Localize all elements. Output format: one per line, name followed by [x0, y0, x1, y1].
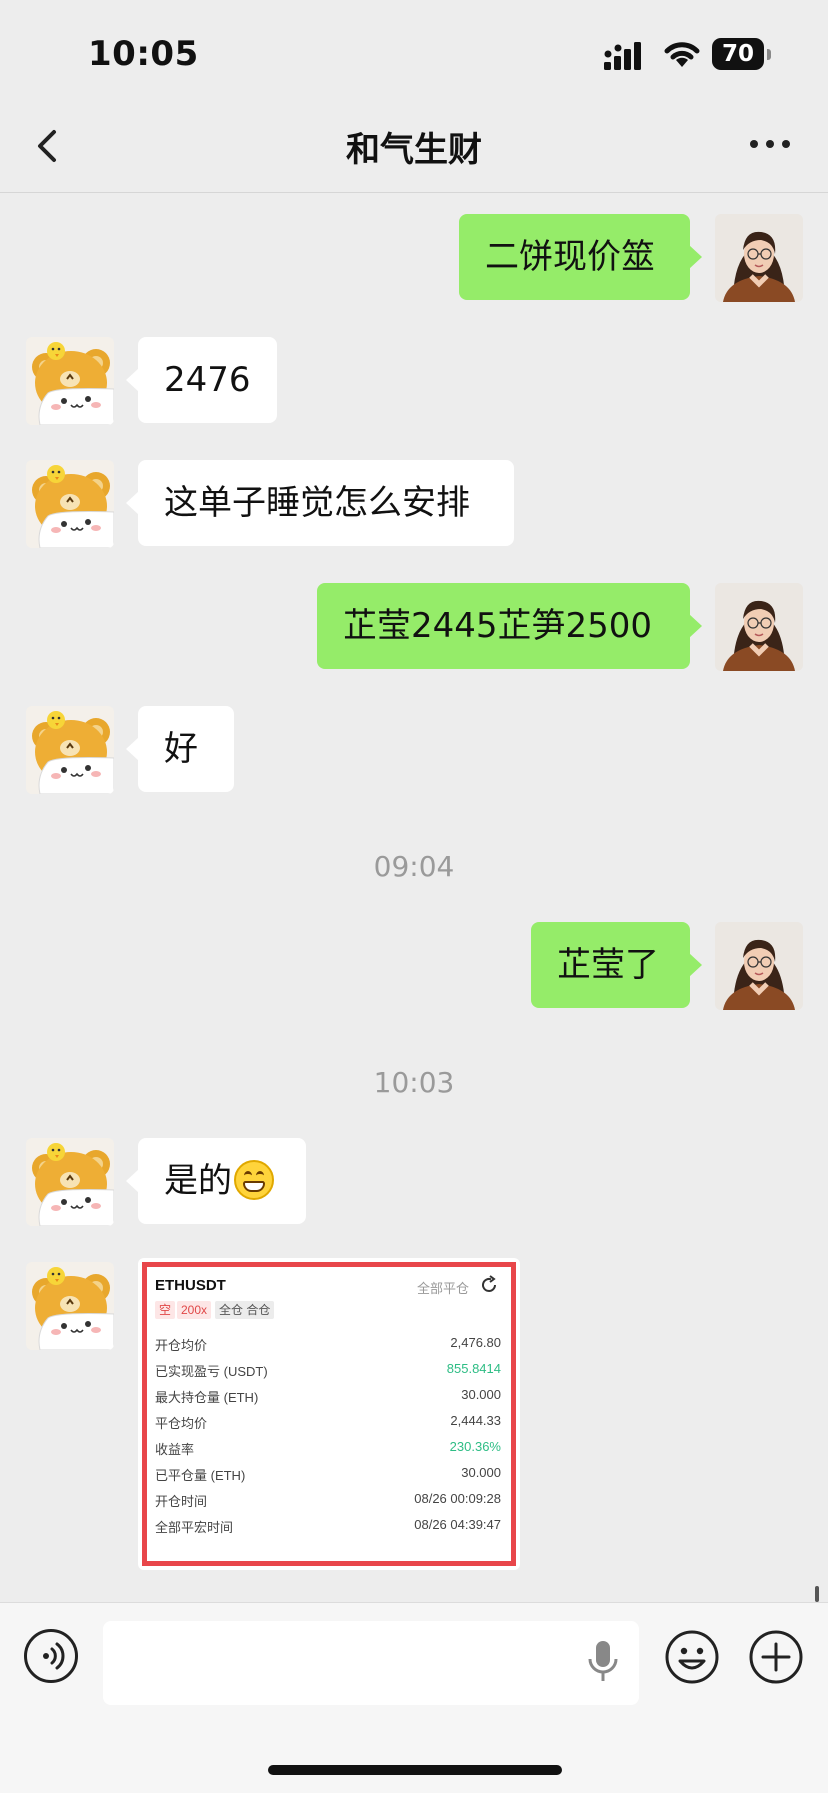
voice-wave-icon[interactable]: [24, 1629, 78, 1683]
my-avatar[interactable]: [715, 214, 803, 302]
row-label: 开仓时间: [155, 1494, 208, 1509]
row-value: 2,476.80: [450, 1335, 501, 1350]
message-bubble-incoming[interactable]: 这单子睡觉怎么安排: [126, 460, 514, 546]
row-label: 平仓均价: [155, 1416, 208, 1431]
chat-title: 和气生财: [346, 130, 482, 170]
share-refresh-icon: [482, 1275, 496, 1292]
row-value: 2,444.33: [450, 1413, 501, 1428]
row-label: 已平仓量 (ETH): [155, 1468, 246, 1483]
message-bubble-incoming[interactable]: 好: [126, 706, 234, 792]
contact-avatar[interactable]: [26, 460, 114, 548]
status-time: 10:05: [88, 34, 199, 74]
row-value: 855.8414: [446, 1361, 501, 1376]
trade-symbol: ETHUSDT: [155, 1277, 226, 1294]
more-dots-icon[interactable]: [748, 134, 792, 154]
my-avatar[interactable]: [715, 922, 803, 1010]
wifi-icon: [664, 42, 700, 67]
cellular-signal-icon: [604, 42, 641, 70]
message-bubble-outgoing[interactable]: 芷莹了: [531, 922, 702, 1008]
row-value: 08/26 04:39:47: [414, 1517, 501, 1532]
message-input[interactable]: [103, 1621, 639, 1705]
battery-level: 70: [712, 38, 764, 70]
my-avatar[interactable]: [715, 583, 803, 671]
trade-screenshot-card: ETHUSDT 全部平仓 空 200x 全仓 合仓 开仓均价 2,476.80 …: [142, 1262, 516, 1566]
contact-avatar[interactable]: [26, 337, 114, 425]
grinning-face-emoji: [234, 1159, 274, 1200]
row-label: 已实现盈亏 (USDT): [155, 1364, 268, 1379]
status-bar: 10:05 70: [0, 0, 828, 100]
leverage-tag: 200x: [177, 1301, 212, 1319]
message-image-incoming[interactable]: ETHUSDT 全部平仓 空 200x 全仓 合仓 开仓均价 2,476.80 …: [138, 1258, 520, 1570]
contact-avatar[interactable]: [26, 706, 114, 794]
home-indicator[interactable]: [268, 1765, 562, 1775]
message-bubble-incoming[interactable]: 是的: [126, 1138, 306, 1224]
row-value: 30.000: [461, 1387, 501, 1402]
margin-mode-tag: 全仓 合仓: [215, 1301, 275, 1319]
chat-header: 和气生财: [0, 100, 828, 193]
contact-avatar[interactable]: [26, 1262, 114, 1350]
plus-icon[interactable]: [748, 1629, 804, 1685]
row-label: 全部平宏时间: [155, 1520, 234, 1535]
row-value: 30.000: [461, 1465, 501, 1480]
message-bubble-outgoing[interactable]: 芷莹2445芷笋2500: [317, 583, 702, 669]
timestamp: 09:04: [373, 850, 455, 883]
smiley-icon[interactable]: [664, 1629, 720, 1685]
timestamp: 10:03: [373, 1066, 455, 1099]
message-bubble-incoming[interactable]: 2476: [126, 337, 277, 423]
direction-tag: 空: [155, 1301, 176, 1319]
row-label: 收益率: [155, 1442, 195, 1457]
scrollbar-thumb[interactable]: [815, 1586, 819, 1602]
microphone-icon[interactable]: [586, 1639, 620, 1685]
row-label: 最大持仓量 (ETH): [155, 1390, 259, 1405]
message-bubble-outgoing[interactable]: 二饼现价筮: [459, 214, 702, 300]
close-all-label: 全部平仓: [416, 1281, 469, 1296]
row-label: 开仓均价: [155, 1338, 208, 1353]
contact-avatar[interactable]: [26, 1138, 114, 1226]
message-text: 是的: [164, 1161, 232, 1201]
row-value: 230.36%: [449, 1439, 501, 1454]
battery-icon: 70: [712, 38, 772, 70]
row-value: 08/26 00:09:28: [414, 1491, 501, 1506]
